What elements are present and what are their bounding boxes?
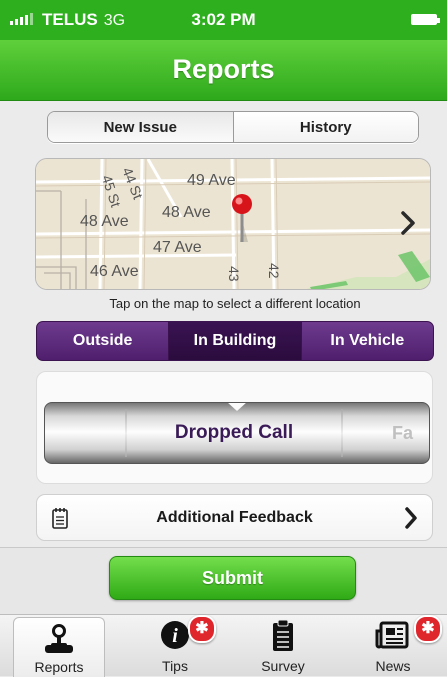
street-label: 42 — [266, 263, 282, 279]
joystick-icon — [45, 624, 73, 653]
submit-button[interactable]: Submit — [109, 556, 356, 600]
tab-label: Reports — [34, 659, 84, 675]
feedback-label: Additional Feedback — [156, 509, 313, 526]
street-label: 48 Ave — [162, 204, 211, 221]
battery-icon — [411, 14, 440, 25]
tab-history[interactable]: History — [233, 112, 418, 142]
option-in-vehicle[interactable]: In Vehicle — [302, 322, 433, 360]
tips-badge: ✱ — [188, 615, 216, 643]
map-hint: Tap on the map to select a different loc… — [109, 296, 361, 311]
tab-tips[interactable]: i ✱ Tips — [130, 615, 220, 676]
tab-label: News — [375, 658, 411, 674]
location-type-control: Outside In Building In Vehicle — [36, 321, 434, 361]
info-icon: i — [161, 621, 189, 649]
chevron-right-icon — [405, 507, 417, 529]
location-map[interactable]: 49 Ave 48 Ave 48 Ave 47 Ave 46 Ave 45 St… — [35, 158, 431, 290]
street-label: 46 Ave — [90, 263, 139, 280]
additional-feedback-row[interactable]: Additional Feedback — [36, 494, 433, 541]
tab-news[interactable]: ✱ News — [348, 615, 442, 676]
clipboard-icon — [273, 619, 293, 651]
street-label: 49 Ave — [187, 172, 236, 189]
tab-label: Tips — [162, 658, 188, 674]
option-outside[interactable]: Outside — [37, 322, 170, 360]
status-bar: TELUS 3G 3:02 PM — [0, 0, 447, 40]
status-time: 3:02 PM — [191, 10, 256, 29]
chevron-right-icon[interactable] — [400, 210, 416, 236]
tab-label: Survey — [261, 658, 305, 674]
page-title: Reports — [172, 54, 275, 84]
street-label: 47 Ave — [153, 239, 202, 256]
newspaper-icon — [375, 621, 409, 649]
title-bar: Reports — [0, 40, 447, 101]
issue-segmented-control: New Issue History — [47, 111, 419, 143]
option-in-building[interactable]: In Building — [169, 322, 302, 360]
street-label: 43 — [226, 266, 242, 282]
picker-selected-item[interactable]: Dropped Call — [129, 403, 339, 463]
svg-text:i: i — [172, 625, 178, 647]
map-pin-icon[interactable] — [227, 192, 257, 244]
issue-type-picker[interactable]: Dropped Call Fa — [44, 402, 430, 464]
tab-new-issue[interactable]: New Issue — [48, 112, 234, 142]
tab-survey[interactable]: Survey — [238, 615, 328, 676]
tab-bar: Reports i ✱ Tips Survey ✱ News — [0, 614, 447, 677]
tab-reports[interactable]: Reports — [13, 617, 105, 677]
news-badge: ✱ — [414, 615, 442, 643]
picker-next-item[interactable]: Fa — [345, 403, 415, 463]
street-label: 48 Ave — [80, 213, 129, 230]
picker-divider — [341, 409, 343, 457]
picker-divider — [125, 409, 127, 457]
